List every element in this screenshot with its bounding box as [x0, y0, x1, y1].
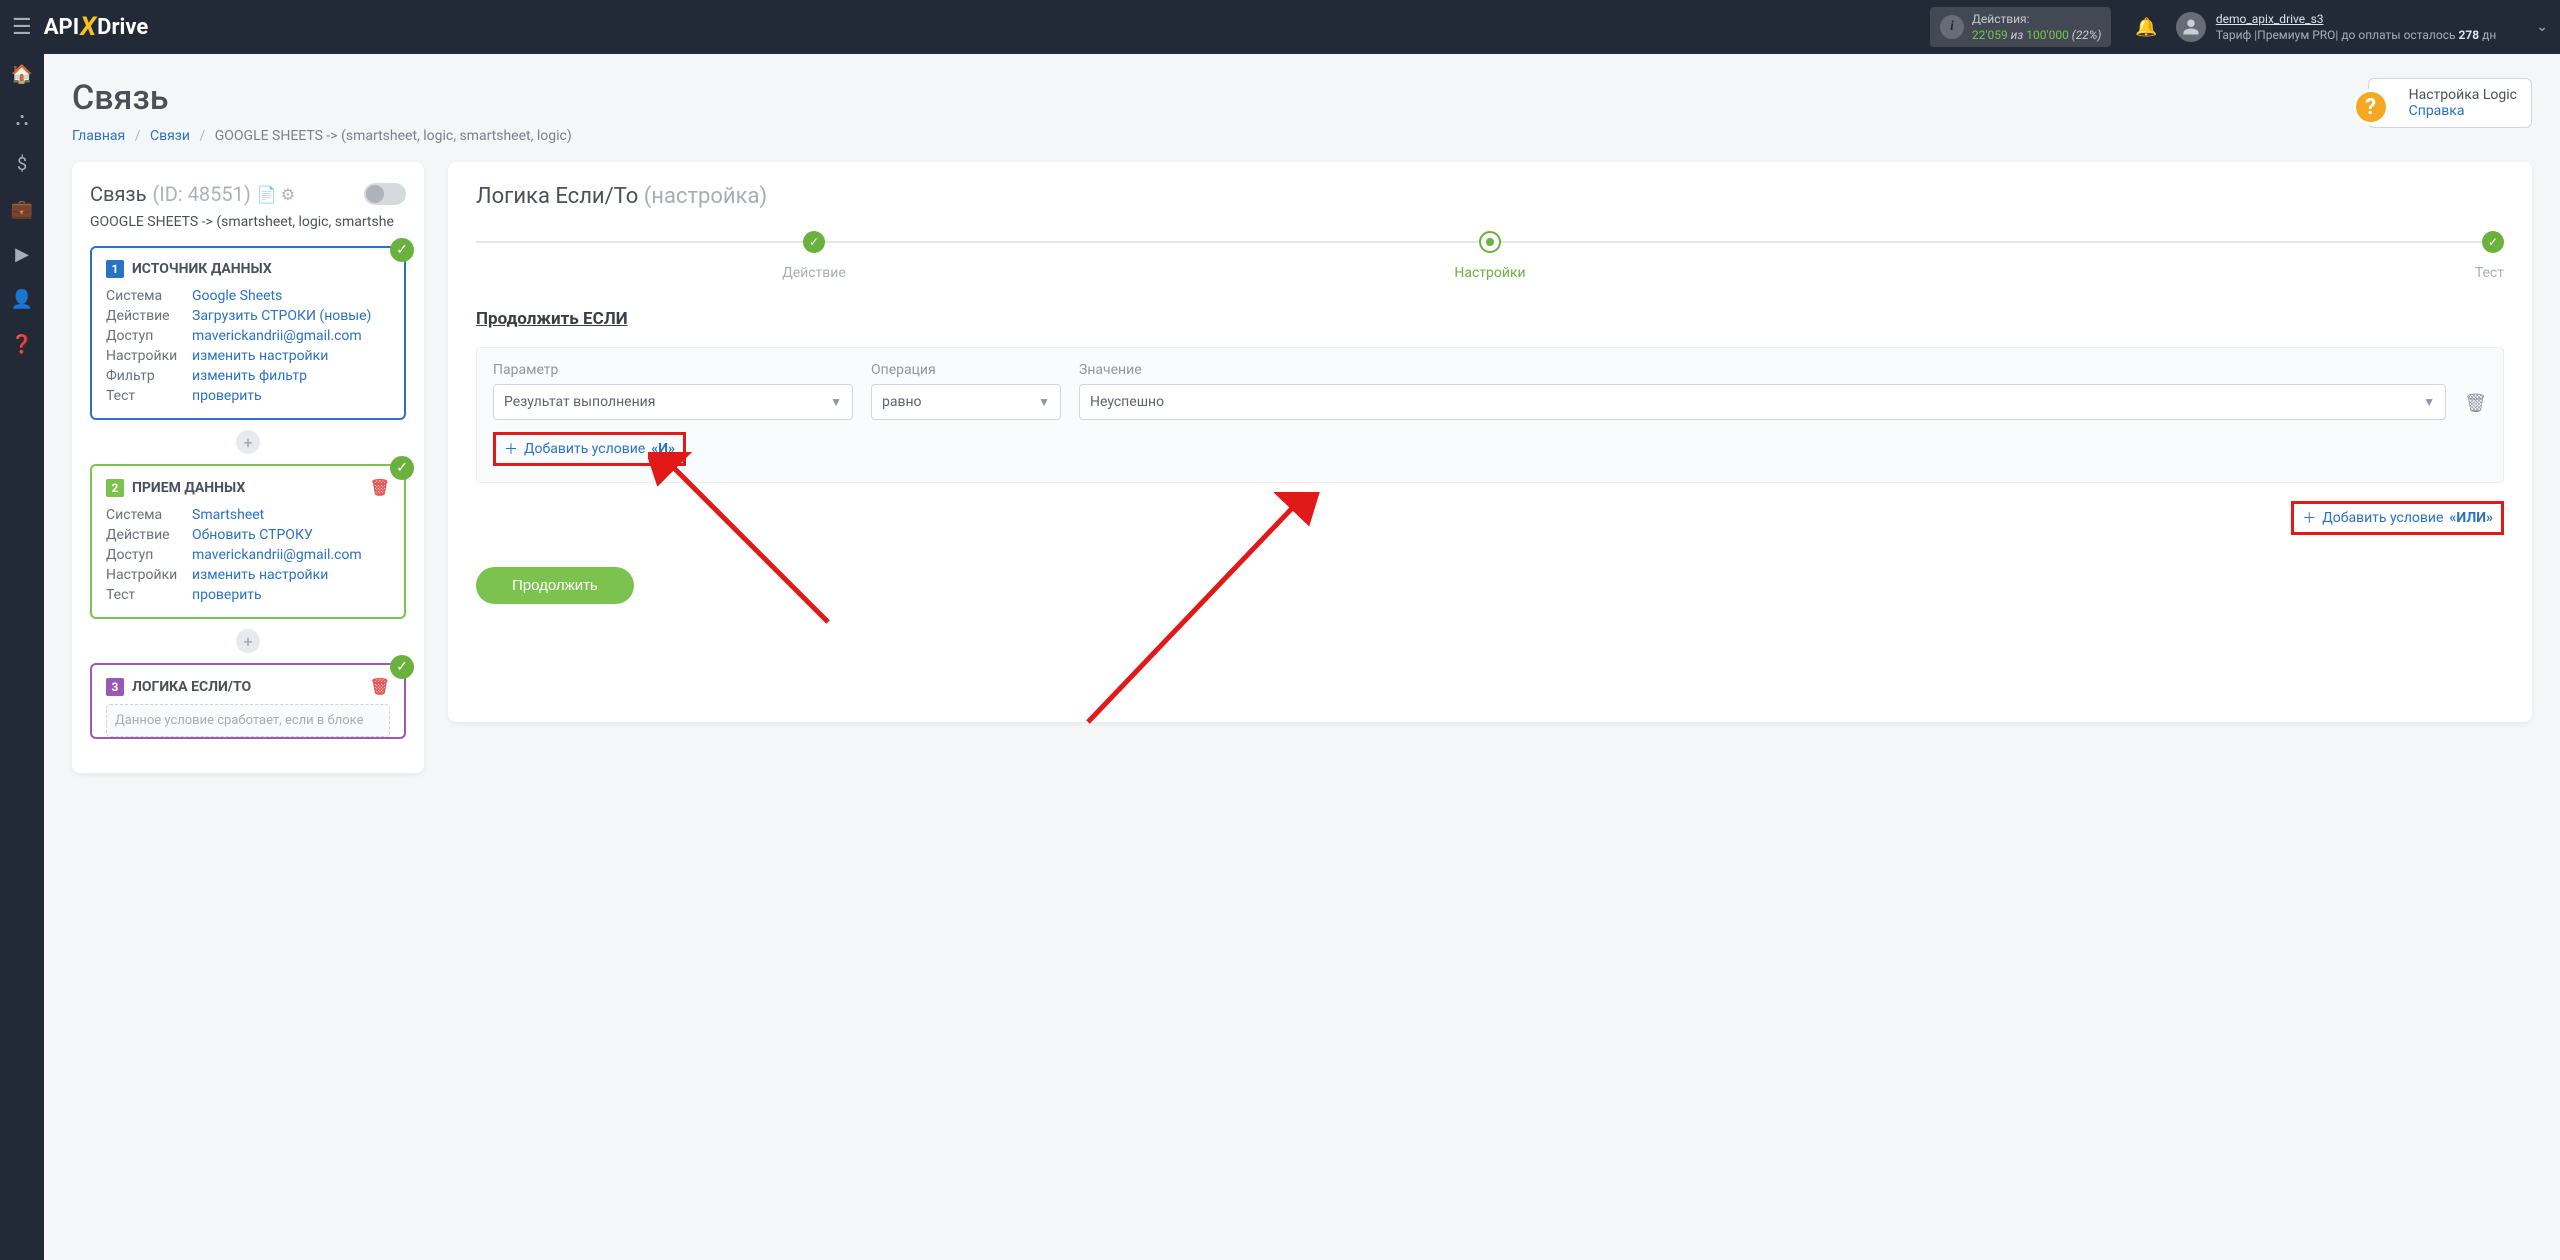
add-and-condition-button[interactable]: ＋Добавить условие «И»: [493, 432, 686, 466]
delete-row-icon[interactable]: 🗑: [2464, 393, 2487, 414]
nav-briefcase-icon[interactable]: 💼: [11, 199, 33, 220]
nav-video-icon[interactable]: ▶: [15, 244, 29, 265]
info-icon: i: [1940, 15, 1964, 39]
add-step-button[interactable]: +: [236, 430, 260, 454]
left-nav: 🏠 ⛬ $ 💼 ▶ 👤 ❓: [0, 54, 44, 1260]
continue-button[interactable]: Продолжить: [476, 567, 634, 604]
section-continue-if: Продолжить ЕСЛИ: [476, 309, 2504, 329]
filter-block: Параметр Результат выполнения▼ Операция …: [476, 347, 2504, 483]
col-oper-label: Операция: [871, 362, 1061, 378]
check-icon: ✓: [390, 655, 414, 679]
logic-card: ✓ 3 ЛОГИКА ЕСЛИ/ТО 🗑 Данное условие сраб…: [90, 663, 406, 739]
connection-sidebar: Связь (ID: 48551) 📄 ⚙ GOOGLE SHEETS -> (…: [72, 162, 424, 773]
trash-icon[interactable]: 🗑: [370, 677, 390, 696]
breadcrumb-current: GOOGLE SHEETS -> (smartsheet, logic, sma…: [215, 128, 572, 144]
add-step-button[interactable]: +: [236, 629, 260, 653]
dest-system-link[interactable]: Smartsheet: [192, 507, 264, 523]
help-question-icon[interactable]: ?: [2353, 89, 2389, 125]
check-icon: ✓: [390, 238, 414, 262]
step-test-icon[interactable]: ✓: [2482, 231, 2504, 253]
help-box: ? Настройка Logic Справка: [2368, 78, 2532, 128]
chevron-down-icon: ▼: [1038, 395, 1050, 409]
plus-icon: ＋: [2302, 508, 2316, 528]
avatar-icon: [2176, 12, 2206, 42]
breadcrumb-home[interactable]: Главная: [72, 128, 125, 144]
actions-value: 22'059 из 100'000 (22%): [1972, 27, 2102, 43]
logo-x: X: [80, 12, 96, 42]
connection-name: GOOGLE SHEETS -> (smartsheet, logic, sma…: [90, 214, 406, 230]
source-settings-link[interactable]: изменить настройки: [192, 348, 328, 364]
source-action-link[interactable]: Загрузить СТРОКИ (новые): [192, 308, 371, 324]
help-link[interactable]: Справка: [2409, 103, 2517, 119]
source-title: ИСТОЧНИК ДАННЫХ: [132, 261, 272, 277]
nav-help-icon[interactable]: ❓: [11, 334, 33, 355]
username: demo_apix_drive_s3: [2216, 11, 2496, 27]
connection-toggle[interactable]: [364, 183, 406, 205]
logo[interactable]: API X Drive: [44, 12, 148, 42]
sidebar-title: Связь: [90, 182, 146, 206]
main-panel: Логика Если/То (настройка) ✓ Действие На…: [448, 162, 2532, 722]
breadcrumb-links[interactable]: Связи: [150, 128, 190, 144]
step-number-2: 2: [106, 479, 124, 497]
step-settings-label: Настройки: [1454, 265, 1525, 281]
plus-icon: ＋: [504, 439, 518, 459]
logo-drive: Drive: [97, 15, 148, 40]
operation-select[interactable]: равно▼: [871, 384, 1061, 420]
dest-settings-link[interactable]: изменить настройки: [192, 567, 328, 583]
nav-account-icon[interactable]: 👤: [11, 289, 33, 310]
breadcrumb: Главная / Связи / GOOGLE SHEETS -> (smar…: [72, 128, 572, 144]
stepper: ✓ Действие Настройки ✓ Тест: [476, 231, 2504, 281]
chevron-down-icon: ⌄: [2536, 19, 2548, 35]
destination-card: ✓ 2 ПРИЕМ ДАННЫХ 🗑 СистемаSmartsheet Дей…: [90, 464, 406, 619]
nav-billing-icon[interactable]: $: [17, 154, 27, 175]
step-action-label: Действие: [782, 265, 846, 281]
nav-connections-icon[interactable]: ⛬: [16, 109, 29, 130]
param-select[interactable]: Результат выполнения▼: [493, 384, 853, 420]
step-action-icon[interactable]: ✓: [803, 231, 825, 253]
page-title: Связь: [72, 78, 572, 118]
value-select[interactable]: Неуспешно▼: [1079, 384, 2446, 420]
gear-icon[interactable]: ⚙: [281, 185, 295, 204]
dest-action-link[interactable]: Обновить СТРОКУ: [192, 527, 313, 543]
source-card: ✓ 1 ИСТОЧНИК ДАННЫХ СистемаGoogle Sheets…: [90, 246, 406, 420]
chevron-down-icon: ▼: [2423, 395, 2435, 409]
step-number-3: 3: [106, 678, 124, 696]
help-title: Настройка Logic: [2409, 87, 2517, 103]
col-param-label: Параметр: [493, 362, 853, 378]
logic-title: ЛОГИКА ЕСЛИ/ТО: [132, 679, 251, 695]
main-title: Логика Если/То (настройка): [476, 184, 2504, 209]
top-bar: ☰ API X Drive i Действия: 22'059 из 100'…: [0, 0, 2560, 54]
chevron-down-icon: ▼: [830, 395, 842, 409]
nav-home-icon[interactable]: 🏠: [11, 64, 33, 85]
source-test-link[interactable]: проверить: [192, 388, 262, 404]
source-system-link[interactable]: Google Sheets: [192, 288, 282, 304]
logic-description: Данное условие сработает, если в блоке: [106, 704, 390, 737]
check-icon: ✓: [390, 456, 414, 480]
add-or-condition-button[interactable]: ＋Добавить условие «ИЛИ»: [2291, 501, 2504, 535]
step-settings-icon[interactable]: [1479, 231, 1501, 253]
actions-counter[interactable]: i Действия: 22'059 из 100'000 (22%): [1930, 7, 2112, 47]
step-number-1: 1: [106, 260, 124, 278]
tariff-info: Тариф |Премиум PRO| до оплаты осталось 2…: [2216, 27, 2496, 43]
source-filter-link[interactable]: изменить фильтр: [192, 368, 307, 384]
destination-title: ПРИЕМ ДАННЫХ: [132, 480, 245, 496]
bell-icon[interactable]: 🔔: [2135, 17, 2157, 38]
actions-label: Действия:: [1972, 11, 2102, 27]
menu-icon[interactable]: ☰: [12, 15, 32, 40]
dest-test-link[interactable]: проверить: [192, 587, 262, 603]
trash-icon[interactable]: 🗑: [370, 478, 390, 497]
connection-id: (ID: 48551): [152, 182, 250, 206]
step-test-label: Тест: [2475, 265, 2504, 281]
source-access-link[interactable]: maverickandrii@gmail.com: [192, 328, 362, 344]
col-value-label: Значение: [1079, 362, 2446, 378]
dest-access-link[interactable]: maverickandrii@gmail.com: [192, 547, 362, 563]
logo-api: API: [44, 15, 79, 40]
copy-icon[interactable]: 📄: [257, 185, 277, 204]
user-menu[interactable]: demo_apix_drive_s3 Тариф |Премиум PRO| д…: [2176, 11, 2548, 43]
